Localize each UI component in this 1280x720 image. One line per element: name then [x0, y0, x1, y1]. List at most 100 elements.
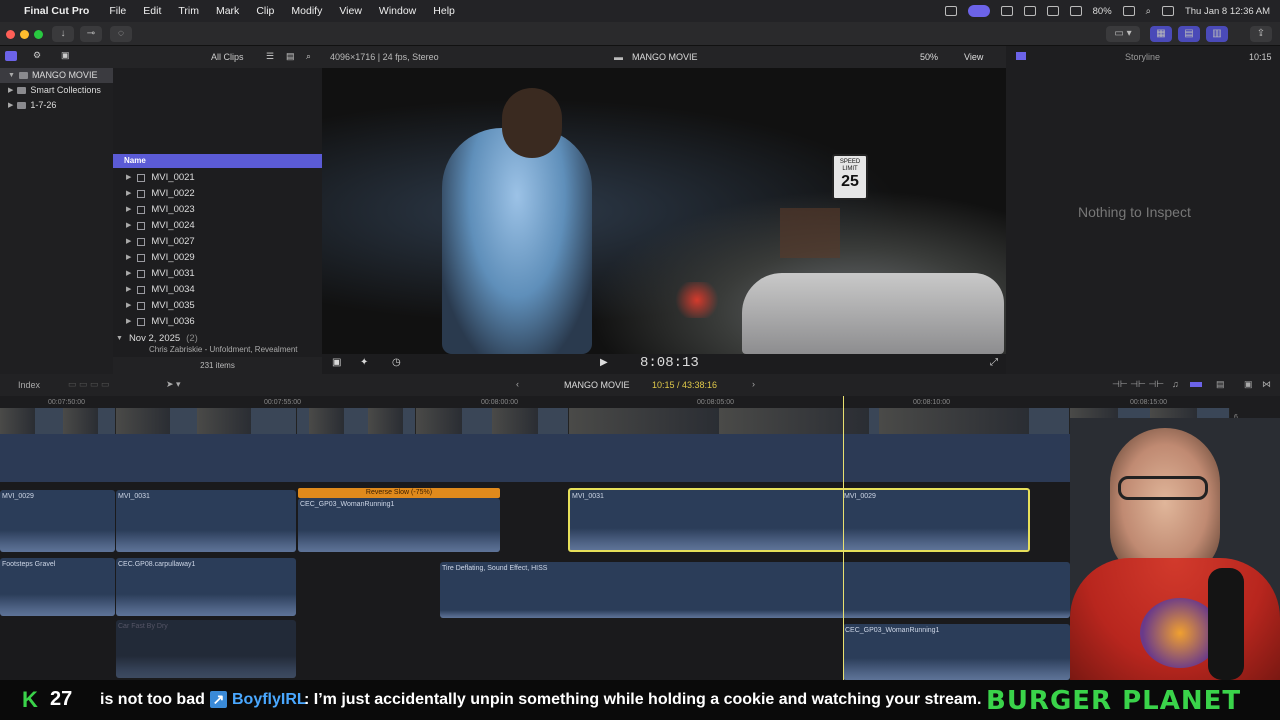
background-tasks-icon[interactable]: ◌	[110, 26, 132, 42]
list-item[interactable]: Chris Zabriskie - Unfoldment, Revealment	[113, 346, 322, 354]
menu-edit[interactable]: Edit	[143, 5, 161, 17]
menu-trim[interactable]: Trim	[178, 5, 199, 17]
list-view-icon[interactable]: ☰	[266, 51, 274, 62]
share-workspace-icon[interactable]: ▭ ▾	[1106, 26, 1140, 42]
audio-clip[interactable]: Tire Deflating, Sound Effect, HISS	[440, 562, 1070, 618]
clip-name: MVI_0023	[151, 204, 195, 215]
video-clip[interactable]	[569, 408, 1070, 434]
libraries-icon[interactable]	[5, 51, 17, 61]
film-icon	[137, 190, 146, 198]
inspector-toggle-icon[interactable]: ▥	[1206, 26, 1228, 42]
close-window-button[interactable]	[6, 30, 15, 39]
enhance-icon[interactable]: ✦	[360, 357, 368, 368]
menu-mark[interactable]: Mark	[216, 5, 239, 17]
sidebar-item-smart-collections[interactable]: ▶ Smart Collections	[0, 83, 113, 98]
view-menu[interactable]: View	[964, 52, 983, 62]
menu-clip[interactable]: Clip	[256, 5, 274, 17]
timeline[interactable]: MVI_0029 MVI_0031 Reverse Slow (-75%) CE…	[0, 408, 1230, 680]
list-item[interactable]: ▶ MVI_0027	[113, 234, 322, 250]
battery-icon[interactable]	[1122, 6, 1135, 16]
menu-view[interactable]: View	[339, 5, 362, 17]
clip-filter[interactable]: All Clips	[211, 52, 244, 62]
screen-share-icon[interactable]	[967, 5, 990, 17]
filmstrip-icon[interactable]: ▤	[286, 51, 295, 62]
keywords-icon[interactable]: ⊸	[80, 26, 102, 42]
zoom-window-button[interactable]	[34, 30, 43, 39]
list-item[interactable]: ▶ MVI_0021	[113, 170, 322, 186]
fullscreen-icon[interactable]: ⤢	[990, 357, 998, 368]
zoom-menu[interactable]: 50%	[920, 52, 938, 62]
audio-clip[interactable]: Car Fast By Dry	[116, 620, 296, 678]
library-root[interactable]: ▼ MANGO MOVIE	[0, 68, 113, 83]
list-item[interactable]: ▶ MVI_0023	[113, 202, 322, 218]
list-item[interactable]: ▶ MVI_0035	[113, 298, 322, 314]
timeline-ruler[interactable]: 00:07:50:00 00:07:55:00 00:08:00:00 00:0…	[0, 396, 1230, 408]
video-frame[interactable]: SPEED LIMIT 25	[322, 68, 1006, 354]
audio-clip[interactable]: CEC_GP03_WomanRunning1	[843, 624, 1070, 680]
menu-modify[interactable]: Modify	[291, 5, 322, 17]
index-button[interactable]: Index	[18, 380, 40, 390]
sidebar-item-event[interactable]: ▶ 1-7-26	[0, 98, 113, 113]
menu-help[interactable]: Help	[433, 5, 455, 17]
import-icon[interactable]: ↓	[52, 26, 74, 42]
back-icon[interactable]: ‹	[516, 379, 519, 389]
zoom-tools-icon[interactable]: ⊣⊢ ⊣⊢ ⊣⊢	[1112, 379, 1164, 390]
headphones-icon[interactable]: ♫	[1172, 379, 1179, 389]
share-icon[interactable]: ⇪	[1250, 26, 1272, 42]
menu-app-name[interactable]: Final Cut Pro	[24, 5, 89, 17]
titles-icon[interactable]: ▣	[61, 50, 70, 61]
transitions-icon[interactable]: ⋈	[1262, 379, 1271, 390]
photos-icon[interactable]: ⚙	[33, 50, 41, 61]
list-item[interactable]: ▶ MVI_0022	[113, 186, 322, 202]
minimize-window-button[interactable]	[20, 30, 29, 39]
menu-window[interactable]: Window	[379, 5, 416, 17]
audio-clip[interactable]: CEC.GP08.carpullaway1	[116, 558, 296, 616]
search-icon[interactable]: ⌕	[1146, 6, 1151, 17]
column-header-name[interactable]: Name	[113, 154, 322, 168]
storyline-tab[interactable]: Storyline	[1125, 52, 1160, 62]
volume-icon[interactable]	[1023, 6, 1036, 16]
forward-icon[interactable]: ›	[752, 379, 755, 389]
group-header[interactable]: ▼ Nov 2, 2025 (2)	[113, 331, 322, 347]
video-clip[interactable]	[416, 408, 569, 434]
library-sidebar: ▼ MANGO MOVIE ▶ Smart Collections ▶ 1-7-26	[0, 68, 113, 374]
connected-clip[interactable]: CEC_GP03_WomanRunning1	[298, 498, 500, 552]
wifi-icon[interactable]	[1069, 6, 1082, 16]
connected-clip[interactable]: MVI_0031	[116, 490, 296, 552]
bluetooth-icon[interactable]	[1046, 6, 1059, 16]
clip-appearance-icon[interactable]: ▤	[1216, 379, 1225, 390]
list-item[interactable]: ▶ MVI_0031	[113, 266, 322, 282]
list-item[interactable]: ▶ MVI_0024	[113, 218, 322, 234]
list-item[interactable]: ▶ MVI_0034	[113, 282, 322, 298]
timecode-display[interactable]: 8:08:13	[640, 355, 699, 371]
play-button[interactable]: ▶	[600, 357, 608, 368]
select-tool-icon[interactable]: ➤ ▾	[166, 379, 181, 390]
transform-icon[interactable]: ▣	[332, 357, 341, 368]
list-item[interactable]: ▶ MVI_0036	[113, 314, 322, 330]
control-center-icon[interactable]	[1161, 6, 1174, 16]
video-clip[interactable]	[297, 408, 416, 434]
timeline-toggle-icon[interactable]: ▤	[1178, 26, 1200, 42]
clock[interactable]: Thu Jan 8 12:36 AM	[1185, 6, 1270, 17]
selected-clip[interactable]: MVI_0031 MVI_0029	[568, 488, 1030, 552]
search-icon[interactable]: ⌕	[306, 51, 311, 62]
record-icon[interactable]	[944, 6, 957, 16]
video-clip[interactable]	[0, 408, 116, 434]
audio-clip[interactable]: Footsteps Gravel	[0, 558, 115, 616]
browser-toggle-icon[interactable]: ▦	[1150, 26, 1172, 42]
play-icon[interactable]	[1000, 6, 1013, 16]
connected-clip[interactable]: MVI_0029	[0, 490, 115, 552]
effects-browser-icon[interactable]: ▣	[1244, 379, 1253, 390]
inspector-icon[interactable]	[1016, 52, 1026, 60]
menu-file[interactable]: File	[109, 5, 126, 17]
edit-tools-icon[interactable]: ▭ ▭ ▭ ▭	[68, 379, 110, 390]
skimming-icon[interactable]	[1190, 382, 1202, 387]
speed-icon[interactable]: ◷	[392, 357, 401, 368]
speed-bar[interactable]: Reverse Slow (-75%)	[298, 488, 500, 498]
project-name[interactable]: MANGO MOVIE	[564, 380, 630, 390]
user-badge-icon: ↗	[210, 691, 227, 708]
list-item[interactable]: ▶ MVI_0029	[113, 250, 322, 266]
video-clip[interactable]	[116, 408, 297, 434]
ruler-tick: 00:08:05:00	[697, 399, 734, 406]
playhead[interactable]	[843, 396, 844, 680]
